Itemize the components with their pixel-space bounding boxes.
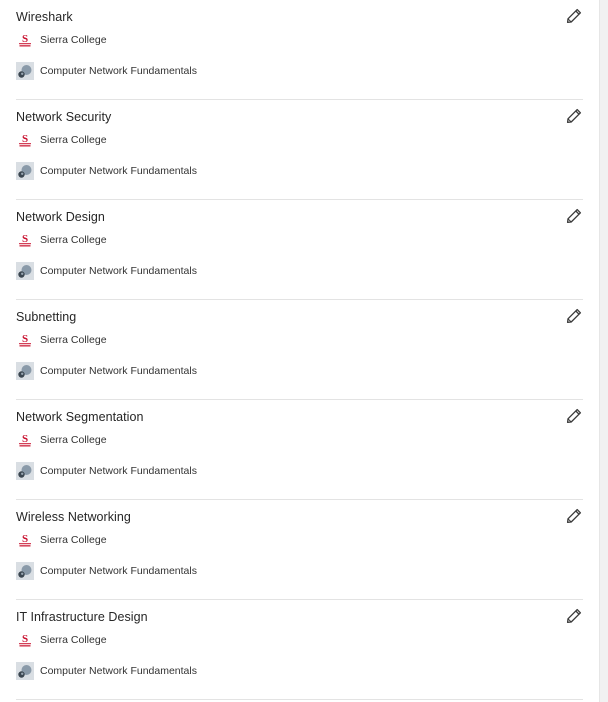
pencil-icon [566, 8, 582, 24]
course-name: Computer Network Fundamentals [40, 665, 197, 677]
skill-title[interactable]: Network Security [16, 110, 111, 124]
course-row[interactable]: Computer Network Fundamentals [16, 462, 197, 480]
institution-row[interactable]: S Sierra College [16, 431, 107, 449]
institution-row[interactable]: S Sierra College [16, 131, 107, 149]
sierra-college-logo: S [16, 631, 34, 649]
pencil-icon [566, 208, 582, 224]
skill-title[interactable]: Network Design [16, 210, 105, 224]
institution-name: Sierra College [40, 234, 107, 246]
course-logo-icon [16, 362, 34, 380]
skills-page: Wireshark S Sierra College Computer Netw… [0, 0, 608, 702]
svg-text:S: S [22, 133, 28, 145]
skill-title[interactable]: Wireless Networking [16, 510, 131, 524]
course-row[interactable]: Computer Network Fundamentals [16, 362, 197, 380]
course-name: Computer Network Fundamentals [40, 65, 197, 77]
institution-row[interactable]: S Sierra College [16, 531, 107, 549]
institution-name: Sierra College [40, 434, 107, 446]
institution-row[interactable]: S Sierra College [16, 331, 107, 349]
pencil-icon [566, 308, 582, 324]
pencil-icon [566, 508, 582, 524]
edit-skill-button[interactable] [565, 607, 583, 625]
course-logo-icon [16, 462, 34, 480]
course-row[interactable]: Computer Network Fundamentals [16, 162, 197, 180]
course-logo-icon [16, 262, 34, 280]
sierra-college-logo: S [16, 131, 34, 149]
course-name: Computer Network Fundamentals [40, 565, 197, 577]
pencil-icon [566, 108, 582, 124]
pencil-icon [566, 608, 582, 624]
sierra-college-logo: S [16, 31, 34, 49]
institution-row[interactable]: S Sierra College [16, 631, 107, 649]
edit-skill-button[interactable] [565, 7, 583, 25]
skill-title[interactable]: IT Infrastructure Design [16, 610, 148, 624]
skill-item: Network Security S Sierra College Comput… [16, 100, 583, 200]
edit-skill-button[interactable] [565, 207, 583, 225]
institution-name: Sierra College [40, 534, 107, 546]
edit-skill-button[interactable] [565, 107, 583, 125]
institution-name: Sierra College [40, 334, 107, 346]
course-name: Computer Network Fundamentals [40, 365, 197, 377]
skill-item: Network Design S Sierra College Computer… [16, 200, 583, 300]
skill-item: IT Infrastructure Design S Sierra Colleg… [16, 600, 583, 700]
pencil-icon [566, 408, 582, 424]
course-logo-icon [16, 662, 34, 680]
course-logo-icon [16, 62, 34, 80]
edit-skill-button[interactable] [565, 307, 583, 325]
course-logo-icon [16, 562, 34, 580]
skill-item: Subnetting S Sierra College Computer Net… [16, 300, 583, 400]
sierra-college-logo: S [16, 331, 34, 349]
institution-name: Sierra College [40, 34, 107, 46]
skill-title[interactable]: Network Segmentation [16, 410, 143, 424]
institution-name: Sierra College [40, 134, 107, 146]
sierra-college-logo: S [16, 531, 34, 549]
svg-text:S: S [22, 233, 28, 245]
institution-name: Sierra College [40, 634, 107, 646]
scrollbar[interactable] [599, 0, 608, 702]
course-row[interactable]: Computer Network Fundamentals [16, 662, 197, 680]
course-name: Computer Network Fundamentals [40, 465, 197, 477]
institution-row[interactable]: S Sierra College [16, 31, 107, 49]
skills-list: Wireshark S Sierra College Computer Netw… [16, 0, 583, 700]
course-row[interactable]: Computer Network Fundamentals [16, 62, 197, 80]
course-row[interactable]: Computer Network Fundamentals [16, 562, 197, 580]
sierra-college-logo: S [16, 231, 34, 249]
skill-item: Wireless Networking S Sierra College Com… [16, 500, 583, 600]
skill-item: Network Segmentation S Sierra College Co… [16, 400, 583, 500]
course-row[interactable]: Computer Network Fundamentals [16, 262, 197, 280]
course-logo-icon [16, 162, 34, 180]
sierra-college-logo: S [16, 431, 34, 449]
skill-item: Wireshark S Sierra College Computer Netw… [16, 0, 583, 100]
skill-title[interactable]: Subnetting [16, 310, 76, 324]
edit-skill-button[interactable] [565, 507, 583, 525]
course-name: Computer Network Fundamentals [40, 265, 197, 277]
institution-row[interactable]: S Sierra College [16, 231, 107, 249]
course-name: Computer Network Fundamentals [40, 165, 197, 177]
skill-title[interactable]: Wireshark [16, 10, 73, 24]
edit-skill-button[interactable] [565, 407, 583, 425]
